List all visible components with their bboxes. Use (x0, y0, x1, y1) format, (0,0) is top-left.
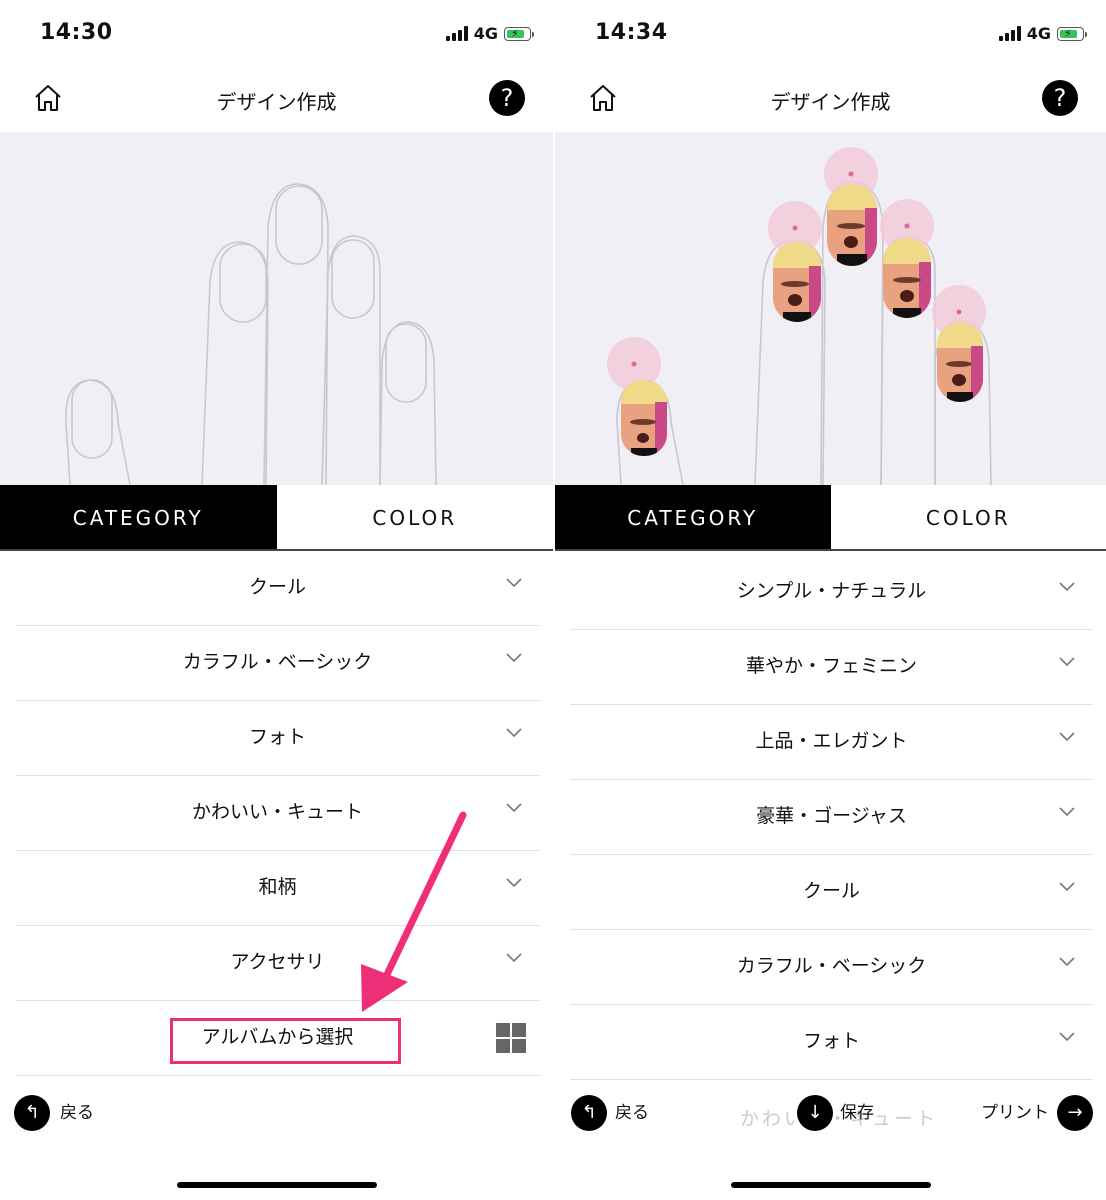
chevron-down-icon (506, 653, 522, 663)
back-arrow-icon[interactable]: ↰ (14, 1095, 50, 1131)
tab-color[interactable]: COLOR (277, 485, 554, 549)
category-item[interactable]: 上品・エレガント (570, 705, 1093, 780)
left-screen: 14:30 4G ⚡ デザイン作成 ? CATEGORY COLOR クール カ… (0, 0, 553, 1200)
nail-canvas[interactable] (0, 132, 553, 485)
category-label: アクセサリ (230, 951, 325, 973)
back-button[interactable]: 戻る (60, 1090, 94, 1136)
category-item[interactable]: クール (570, 855, 1093, 930)
page-title: デザイン作成 (216, 90, 337, 114)
network-type: 4G (1026, 24, 1051, 43)
save-button[interactable]: 保存 (840, 1090, 874, 1136)
category-label: 和柄 (258, 876, 297, 898)
chevron-down-icon (506, 578, 522, 588)
category-label: かわいい・キュート (191, 801, 363, 823)
nail-canvas[interactable] (555, 132, 1106, 485)
footer-bar: ↰ 戻る (0, 1090, 553, 1136)
chevron-down-icon (1059, 957, 1075, 967)
back-button[interactable]: 戻る (615, 1090, 649, 1136)
category-item[interactable]: アクセサリ (15, 926, 540, 1001)
home-indicator (730, 1182, 931, 1188)
tab-category[interactable]: CATEGORY (0, 485, 277, 549)
highlight-box (170, 1018, 401, 1064)
status-indicators: 4G ⚡ (998, 24, 1087, 43)
category-item[interactable]: フォト (15, 701, 540, 776)
category-list: クール カラフル・ベーシック フォト かわいい・キュート 和柄 アクセサリ アル… (15, 551, 540, 1076)
category-item[interactable]: かわいい・キュート (15, 776, 540, 851)
forward-arrow-icon[interactable]: → (1057, 1095, 1093, 1131)
chevron-down-icon (1059, 807, 1075, 817)
footer-bar: かわいい・キュート ↰ 戻る ↓ 保存 プリント → (555, 1090, 1106, 1136)
tab-bar: CATEGORY COLOR (0, 485, 553, 551)
category-item[interactable]: 和柄 (15, 851, 540, 926)
network-type: 4G (473, 24, 498, 43)
category-label: 豪華・ゴージャス (756, 805, 907, 827)
category-item[interactable]: 豪華・ゴージャス (570, 780, 1093, 855)
category-item[interactable]: カラフル・ベーシック (15, 626, 540, 701)
status-bar: 14:30 4G ⚡ (0, 0, 553, 64)
chevron-down-icon (1059, 1032, 1075, 1042)
category-label: 華やか・フェミニン (745, 655, 917, 677)
category-label: クール (802, 880, 860, 902)
chevron-down-icon (506, 878, 522, 888)
hand-outline (65, 183, 437, 485)
chevron-down-icon (1059, 657, 1075, 667)
nav-bar: デザイン作成 ? (0, 64, 553, 132)
page-title: デザイン作成 (770, 90, 891, 114)
battery-icon: ⚡ (504, 26, 534, 41)
battery-icon: ⚡ (1057, 26, 1087, 41)
category-label: クール (248, 576, 306, 598)
status-time: 14:34 (595, 20, 668, 45)
help-icon[interactable]: ? (489, 80, 525, 116)
tab-category[interactable]: CATEGORY (555, 485, 831, 549)
category-label: 上品・エレガント (755, 730, 908, 752)
faded-category-label: かわいい・キュート (740, 1108, 939, 1130)
status-indicators: 4G ⚡ (445, 24, 534, 43)
print-button[interactable]: プリント (981, 1090, 1049, 1136)
tab-bar: CATEGORY COLOR (555, 485, 1106, 551)
chevron-down-icon (506, 953, 522, 963)
nav-bar: デザイン作成 ? (555, 64, 1106, 132)
category-item[interactable]: フォト (570, 1005, 1093, 1080)
chevron-down-icon (506, 728, 522, 738)
category-item[interactable]: クール (15, 551, 540, 626)
album-select-row[interactable]: アルバムから選択 (15, 1001, 540, 1076)
download-icon[interactable]: ↓ (797, 1095, 833, 1131)
status-bar: 14:34 4G ⚡ (555, 0, 1106, 64)
category-item[interactable]: シンプル・ナチュラル (570, 555, 1093, 630)
chevron-down-icon (506, 803, 522, 813)
category-label: フォト (248, 726, 306, 748)
signal-icon (445, 26, 468, 41)
category-label: カラフル・ベーシック (182, 651, 373, 673)
chevron-down-icon (1059, 732, 1075, 742)
help-icon[interactable]: ? (1042, 80, 1078, 116)
back-arrow-icon[interactable]: ↰ (571, 1095, 607, 1131)
signal-icon (998, 26, 1021, 41)
right-screen: 14:34 4G ⚡ デザイン作成 ? CATEGORY COLOR シンプル・… (553, 0, 1106, 1200)
category-list: シンプル・ナチュラル 華やか・フェミニン 上品・エレガント 豪華・ゴージャス ク… (570, 555, 1093, 1080)
category-item[interactable]: 華やか・フェミニン (570, 630, 1093, 705)
category-label: カラフル・ベーシック (736, 955, 927, 977)
category-label: フォト (802, 1030, 860, 1052)
status-time: 14:30 (40, 20, 113, 45)
tab-color[interactable]: COLOR (831, 485, 1106, 549)
home-indicator (176, 1182, 377, 1188)
category-item[interactable]: カラフル・ベーシック (570, 930, 1093, 1005)
grid-icon[interactable] (496, 1023, 526, 1053)
chevron-down-icon (1059, 582, 1075, 592)
category-label: シンプル・ナチュラル (736, 580, 927, 602)
chevron-down-icon (1059, 882, 1075, 892)
hand-with-nail-designs (607, 147, 992, 485)
